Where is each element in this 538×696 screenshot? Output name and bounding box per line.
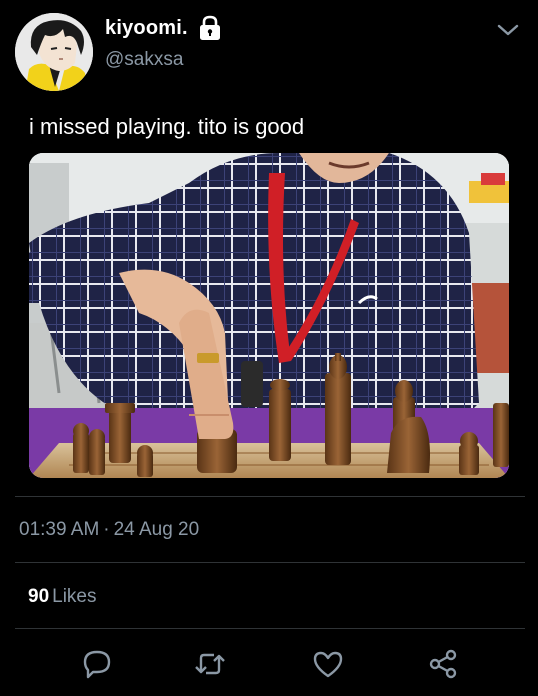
likes-count: 90 — [28, 586, 50, 607]
tweet-media-photo[interactable] — [29, 153, 509, 478]
lock-icon — [198, 15, 222, 41]
user-handle[interactable]: @sakxsa — [105, 49, 183, 71]
divider — [15, 562, 525, 563]
share-icon[interactable] — [425, 646, 461, 682]
chevron-down-icon[interactable] — [494, 20, 522, 40]
avatar[interactable] — [15, 13, 93, 91]
tweet-date: 24 Aug 20 — [113, 519, 200, 540]
heart-icon[interactable] — [310, 646, 346, 682]
reply-icon[interactable] — [79, 646, 115, 682]
divider — [15, 628, 525, 629]
divider — [15, 496, 525, 497]
tweet-time: 01:39 AM — [19, 519, 100, 540]
retweet-icon[interactable] — [192, 646, 228, 682]
tweet-text: i missed playing. tito is good — [29, 114, 305, 139]
tweet-timestamp[interactable]: 01:39 AM · 24 Aug 20 — [19, 519, 199, 541]
tweet-header: kiyoomi. @sakxsa — [0, 0, 538, 100]
likes-stat[interactable]: 90 Likes — [28, 586, 97, 608]
timestamp-separator: · — [103, 519, 110, 540]
likes-label: Likes — [52, 586, 97, 607]
display-name[interactable]: kiyoomi. — [105, 17, 188, 40]
